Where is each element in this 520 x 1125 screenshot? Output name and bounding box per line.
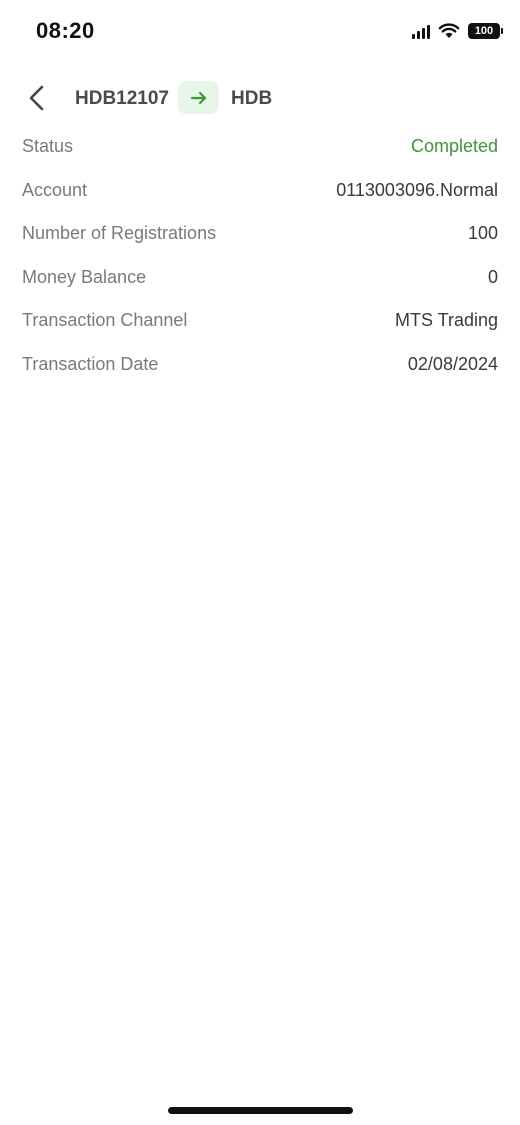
home-indicator[interactable] [168, 1107, 353, 1114]
detail-row-transaction-date: Transaction Date 02/08/2024 [0, 347, 520, 391]
arrow-right-icon [190, 91, 206, 104]
chevron-left-icon [29, 85, 44, 111]
battery-icon: 100 [468, 23, 503, 39]
transaction-date-label: Transaction Date [22, 353, 159, 374]
status-bar: 08:20 100 [0, 0, 520, 60]
source-account-code: HDB12107 [75, 88, 169, 109]
transfer-direction-chip [178, 81, 219, 114]
detail-row-transaction-channel: Transaction Channel MTS Trading [0, 303, 520, 347]
detail-row-account: Account 0113003096.Normal [0, 173, 520, 217]
detail-row-status: Status Completed [0, 129, 520, 173]
detail-row-money-balance: Money Balance 0 [0, 260, 520, 304]
back-button[interactable] [24, 84, 50, 112]
transaction-date-value: 02/08/2024 [407, 353, 498, 374]
status-label: Status [22, 136, 74, 156]
registrations-value: 100 [467, 223, 498, 243]
account-value: 0113003096.Normal [336, 179, 498, 200]
transaction-detail-screen: 08:20 100 HDB12107 HDB Status Completed … [0, 0, 520, 1125]
destination-account-code: HDB [231, 88, 273, 109]
signal-icon [412, 23, 430, 39]
money-balance-label: Money Balance [22, 266, 147, 287]
account-label: Account [22, 179, 88, 200]
status-time: 08:20 [36, 18, 95, 43]
transaction-details: Status Completed Account 0113003096.Norm… [0, 129, 520, 390]
registrations-label: Number of Registrations [22, 223, 217, 243]
wifi-icon [438, 23, 460, 39]
detail-row-registrations: Number of Registrations 100 [0, 216, 520, 260]
transaction-channel-label: Transaction Channel [22, 310, 188, 330]
header: HDB12107 HDB [0, 78, 520, 118]
battery-level: 100 [474, 25, 494, 37]
status-value: Completed [410, 136, 498, 156]
transaction-channel-value: MTS Trading [394, 310, 498, 330]
status-icons: 100 [412, 20, 503, 42]
money-balance-value: 0 [487, 266, 498, 287]
